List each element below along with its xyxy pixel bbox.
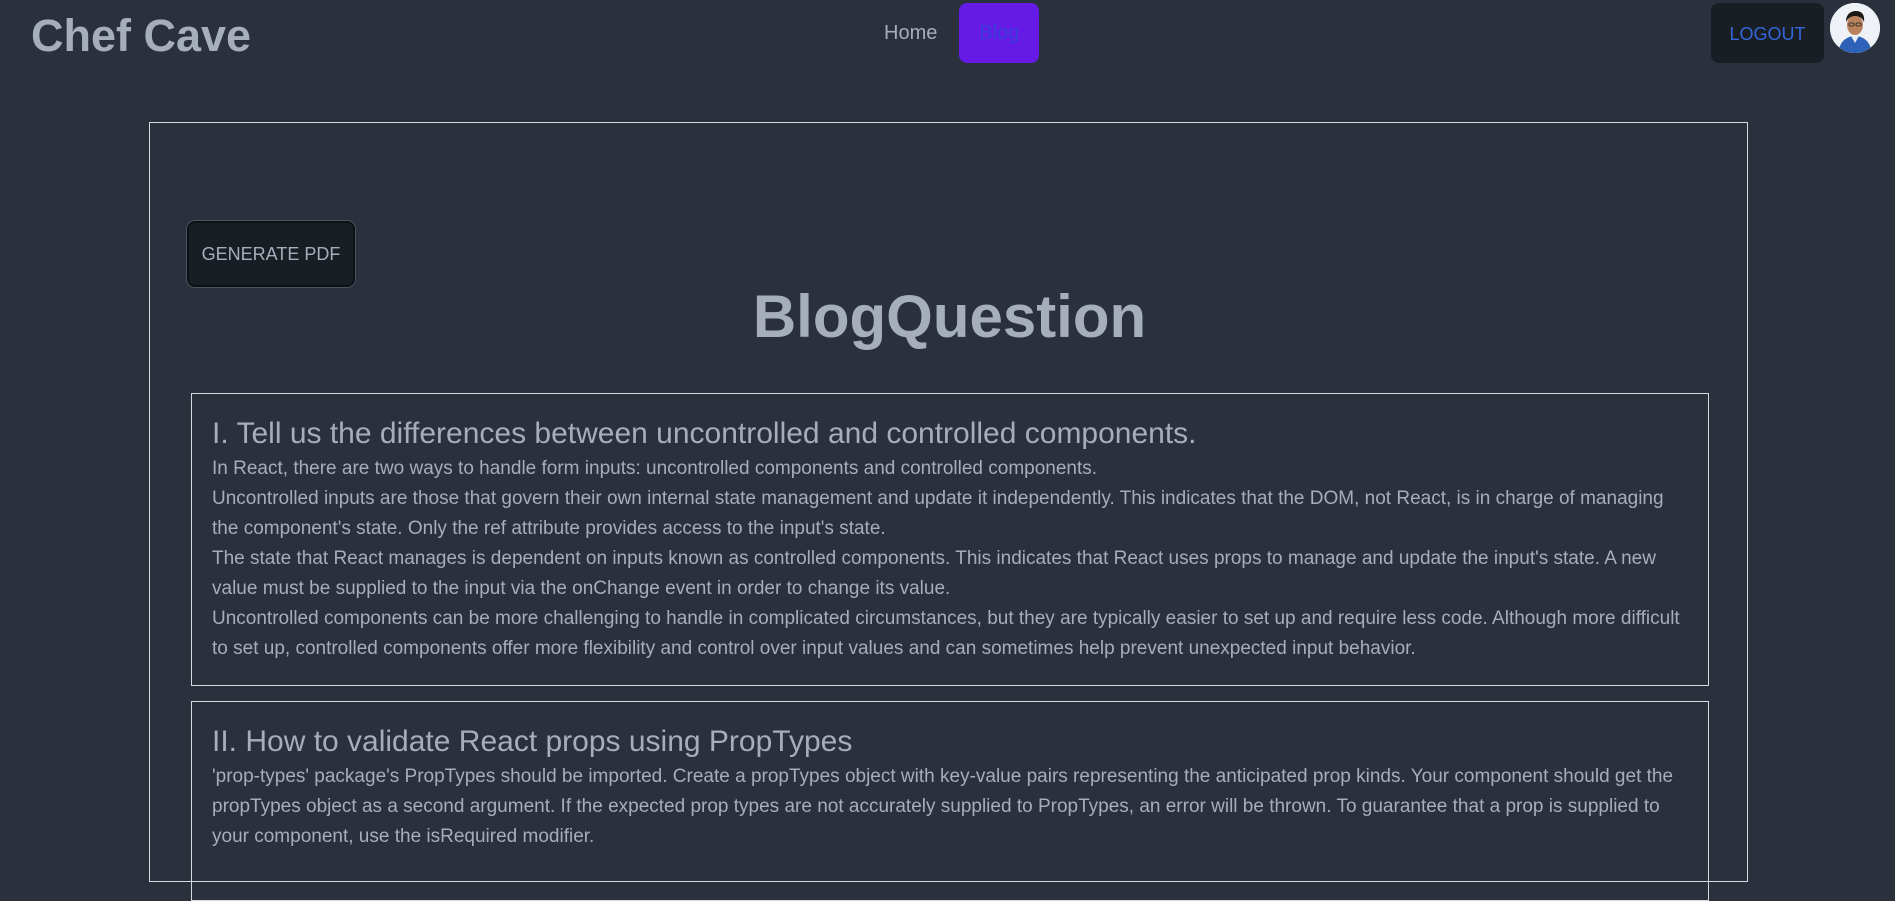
nav-link-home[interactable]: Home — [868, 3, 953, 63]
question-title: II. How to validate React props using Pr… — [212, 725, 853, 758]
question-card-1: I. Tell us the differences between uncon… — [191, 393, 1709, 686]
generate-pdf-button[interactable]: GENERATE PDF — [187, 221, 355, 287]
page-title: BlogQuestion — [752, 283, 1147, 350]
answer-paragraph: In React, there are two ways to handle f… — [212, 458, 1098, 479]
nav-links: Home Blog — [868, 3, 1040, 63]
answer-paragraph: 'prop-types' package's PropTypes should … — [212, 766, 1674, 847]
question-title: I. Tell us the differences between uncon… — [212, 417, 1197, 450]
answer-paragraph: The state that React manages is dependen… — [212, 548, 1656, 599]
question-card-2: II. How to validate React props using Pr… — [191, 701, 1709, 901]
user-avatar-icon — [1830, 3, 1880, 53]
nav-link-blog[interactable]: Blog — [959, 3, 1040, 63]
answer-paragraph: Uncontrolled components can be more chal… — [212, 608, 1680, 659]
brand-logo-text[interactable]: Chef Cave — [31, 10, 251, 62]
answer-paragraph: Uncontrolled inputs are those that gover… — [212, 488, 1664, 539]
navbar: Chef Cave Home Blog LOGOUT — [0, 0, 1895, 68]
avatar[interactable] — [1830, 3, 1880, 53]
logout-button[interactable]: LOGOUT — [1711, 3, 1824, 63]
